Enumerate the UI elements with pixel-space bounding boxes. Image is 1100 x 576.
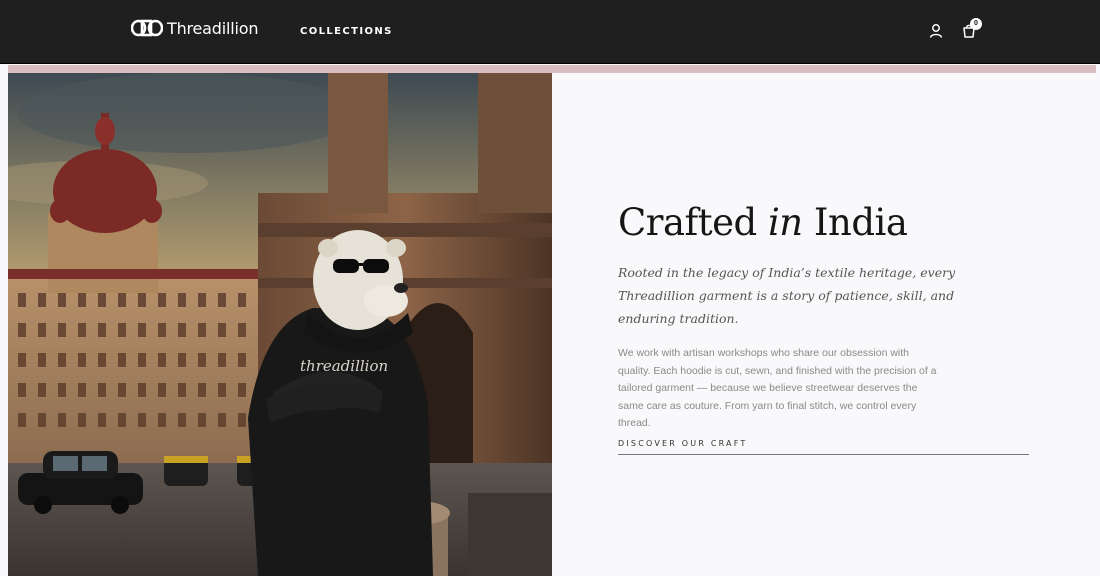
headline-text-pre: Crafted: [618, 201, 768, 244]
account-icon[interactable]: [927, 22, 945, 40]
accent-strip: [8, 65, 1096, 73]
hero-illustration: threadillion: [8, 73, 552, 576]
headline-text-emphasis: in: [767, 201, 803, 244]
brand-logo[interactable]: Threadillion: [131, 17, 258, 39]
craft-section: Crafted in India Rooted in the legacy of…: [552, 73, 1096, 576]
hero-image: threadillion: [8, 73, 552, 576]
cart-count-badge: 0: [970, 18, 982, 30]
discover-our-craft-link[interactable]: DISCOVER OUR CRAFT: [618, 439, 1029, 455]
section-headline: Crafted in India: [618, 201, 908, 244]
brand-logo-mark-icon: [131, 19, 163, 37]
hoodie-print-text: threadillion: [300, 357, 388, 375]
headline-text-post: India: [802, 201, 908, 244]
site-header: Threadillion COLLECTIONS 0: [0, 0, 1100, 64]
lead-paragraph: Rooted in the legacy of India’s textile …: [618, 265, 956, 326]
nav-collections-link[interactable]: COLLECTIONS: [300, 26, 393, 37]
body-paragraph: We work with artisan workshops who share…: [618, 347, 937, 429]
brand-name: Threadillion: [167, 18, 259, 38]
